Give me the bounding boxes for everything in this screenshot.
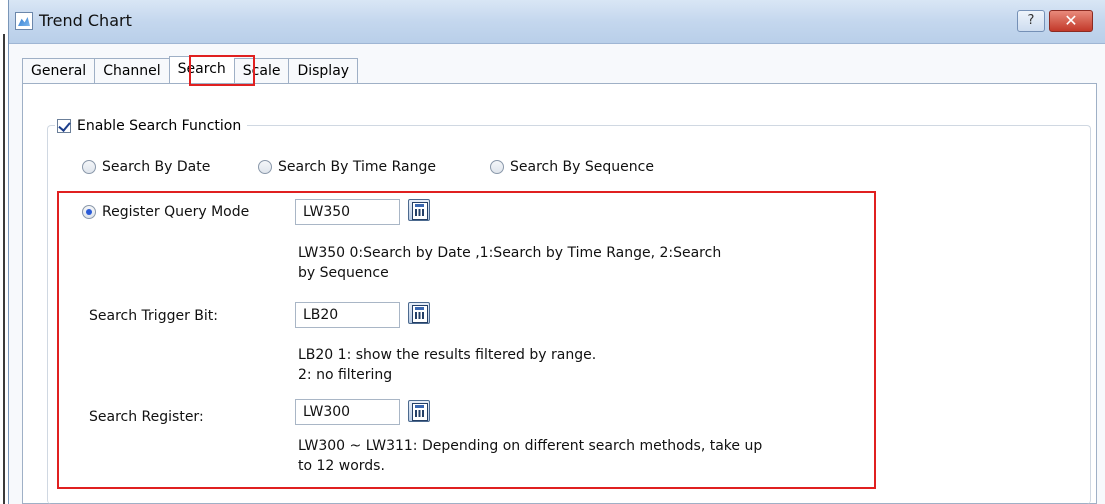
radio-search-by-time-range[interactable]: Search By Time Range (258, 159, 436, 175)
tab-channel[interactable]: Channel (94, 58, 169, 84)
radio-label-search-by-sequence: Search By Sequence (510, 159, 654, 175)
search-tab-highlight-box (189, 55, 255, 86)
radio-label-search-by-date: Search By Date (102, 159, 211, 175)
register-query-desc-line2: by Sequence (298, 265, 389, 281)
radio-label-search-by-time-range: Search By Time Range (278, 159, 436, 175)
search-register-desc-line1: LW300 ~ LW311: Depending on different se… (298, 438, 763, 454)
search-trigger-desc-line1: LB20 1: show the results filtered by ran… (298, 347, 597, 363)
search-register-input[interactable]: LW300 (295, 399, 400, 425)
search-trigger-desc-line2: 2: no filtering (298, 367, 393, 383)
window-title: Trend Chart (39, 11, 132, 30)
register-query-mode-input[interactable]: LW350 (295, 199, 400, 225)
search-register-description: LW300 ~ LW311: Depending on different se… (298, 436, 858, 476)
enable-search-label: Enable Search Function (77, 118, 242, 134)
search-register-desc-line2: to 12 words. (298, 458, 385, 474)
register-query-description: LW350 0:Search by Date ,1:Search by Time… (298, 243, 858, 283)
tab-display[interactable]: Display (288, 58, 359, 84)
radio-button-icon[interactable] (82, 160, 96, 174)
register-query-calculator-icon[interactable] (408, 199, 430, 221)
radio-search-by-date[interactable]: Search By Date (82, 159, 210, 175)
enable-search-checkbox[interactable] (57, 119, 71, 133)
search-trigger-description: LB20 1: show the results filtered by ran… (298, 345, 858, 385)
search-trigger-calculator-icon[interactable] (408, 302, 430, 324)
search-trigger-bit-input[interactable]: LB20 (295, 302, 400, 328)
radio-button-selected-icon[interactable] (82, 205, 96, 219)
title-bar[interactable]: Trend Chart ? ✕ (9, 0, 1105, 44)
radio-register-query-mode[interactable]: Register Query Mode (82, 204, 249, 220)
register-query-mode-label: Register Query Mode (102, 204, 250, 220)
search-register-calculator-icon[interactable] (408, 400, 430, 422)
trend-chart-app-icon (15, 12, 33, 30)
radio-search-by-sequence[interactable]: Search By Sequence (490, 159, 654, 175)
radio-button-icon[interactable] (258, 160, 272, 174)
help-button[interactable]: ? (1017, 10, 1045, 32)
background-window-edge (0, 0, 8, 504)
enable-search-checkbox-row[interactable]: Enable Search Function (55, 115, 248, 137)
search-trigger-bit-label: Search Trigger Bit: (89, 308, 218, 324)
search-register-label: Search Register: (89, 409, 204, 425)
close-button[interactable]: ✕ (1049, 10, 1093, 32)
tab-general[interactable]: General (22, 58, 95, 84)
radio-button-icon[interactable] (490, 160, 504, 174)
register-query-desc-line1: LW350 0:Search by Date ,1:Search by Time… (298, 245, 722, 261)
